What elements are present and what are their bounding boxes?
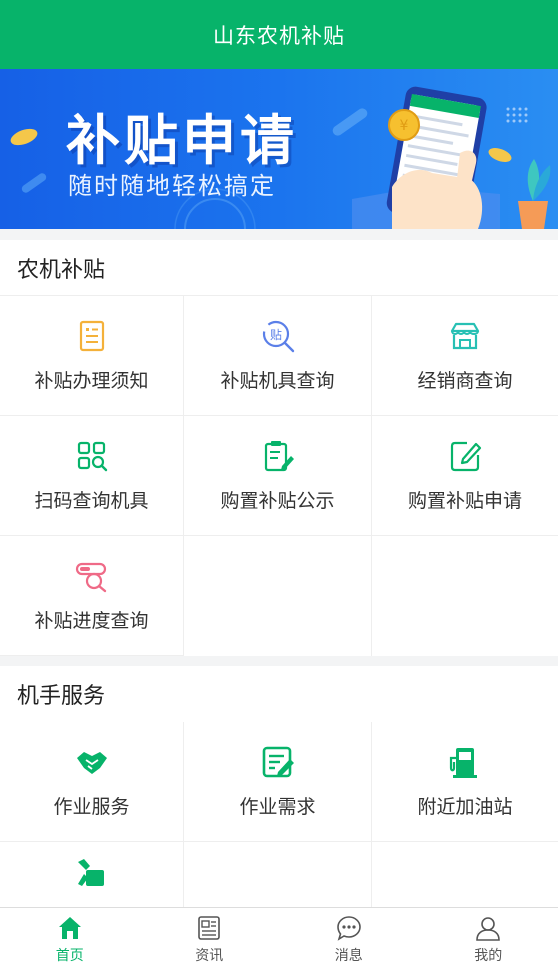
subsidy-item-label: 补贴办理须知 bbox=[34, 370, 149, 392]
subsidy-item-label: 购置补贴申请 bbox=[407, 490, 522, 512]
repair-wrench-icon bbox=[77, 859, 104, 886]
news-icon bbox=[198, 916, 221, 940]
empty-cell bbox=[184, 536, 372, 656]
tab-label: 资讯 bbox=[195, 948, 224, 964]
empty-cell bbox=[372, 536, 558, 656]
tab-profile[interactable]: 我的 bbox=[419, 908, 558, 971]
svg-text:贴: 贴 bbox=[269, 328, 281, 342]
subsidy-item-progress-query[interactable]: 补贴进度查询 bbox=[0, 536, 184, 656]
operator-item-fuel-station[interactable]: 附近加油站 bbox=[372, 722, 558, 842]
home-icon bbox=[58, 917, 81, 939]
subsidy-item-label: 经销商查询 bbox=[417, 370, 513, 392]
clipboard-edit-icon bbox=[264, 441, 294, 472]
scan-grid-icon bbox=[77, 441, 107, 472]
subsidy-item-label: 补贴机具查询 bbox=[220, 370, 335, 392]
section-title-operator: 机手服务 bbox=[17, 684, 106, 709]
notice-document-icon bbox=[79, 320, 104, 352]
operator-item-label: 附近加油站 bbox=[417, 796, 513, 818]
promo-banner[interactable]: ¥ 补贴申请 随时随地轻松搞定 bbox=[0, 69, 558, 229]
tab-news[interactable]: 资讯 bbox=[140, 908, 280, 971]
subsidy-item-label: 扫码查询机具 bbox=[34, 490, 149, 512]
svg-text:¥: ¥ bbox=[400, 118, 409, 134]
store-icon bbox=[450, 322, 480, 350]
progress-search-icon bbox=[75, 562, 106, 593]
subsidy-item-dealer-query[interactable]: 经销商查询 bbox=[372, 296, 558, 416]
subsidy-item-scan-query[interactable]: 扫码查询机具 bbox=[0, 416, 184, 536]
subsidy-grid: 补贴办理须知 贴 补贴机具查询 经销商查询 扫码查询机具 购置补贴公示 购置补贴… bbox=[0, 296, 558, 656]
message-icon bbox=[336, 916, 361, 941]
fuel-pump-icon bbox=[449, 748, 477, 778]
tab-messages[interactable]: 消息 bbox=[279, 908, 419, 971]
handshake-icon bbox=[76, 752, 107, 774]
page-title: 山东农机补贴 bbox=[213, 23, 345, 48]
subsidy-search-icon: 贴 bbox=[262, 320, 294, 353]
subsidy-item-machine-query[interactable]: 贴 补贴机具查询 bbox=[184, 296, 372, 416]
subsidy-item-label: 购置补贴公示 bbox=[220, 490, 335, 512]
banner-title: 补贴申请 bbox=[66, 109, 298, 172]
tab-label: 我的 bbox=[474, 948, 503, 964]
subsidy-item-public-notice[interactable]: 购置补贴公示 bbox=[184, 416, 372, 536]
operator-item-work-demand[interactable]: 作业需求 bbox=[184, 722, 372, 842]
demand-edit-icon bbox=[262, 746, 294, 778]
banner-subtitle: 随时随地轻松搞定 bbox=[68, 172, 276, 200]
tab-home[interactable]: 首页 bbox=[0, 908, 140, 971]
tab-label: 消息 bbox=[334, 948, 363, 964]
profile-icon bbox=[476, 917, 501, 941]
operator-item-label: 作业需求 bbox=[239, 796, 316, 818]
section-title-subsidy: 农机补贴 bbox=[0, 240, 558, 296]
subsidy-item-apply[interactable]: 购置补贴申请 bbox=[372, 416, 558, 536]
tab-label: 首页 bbox=[55, 948, 84, 964]
subsidy-item-notice[interactable]: 补贴办理须知 bbox=[0, 296, 184, 416]
subsidy-section: 农机补贴 补贴办理须知 贴 补贴机具查询 经销商查询 扫码查询机具 购置补贴公示… bbox=[0, 240, 558, 656]
edit-form-icon bbox=[450, 441, 482, 472]
operator-item-label: 作业服务 bbox=[53, 796, 130, 818]
bottom-tab-bar: 首页 资讯 消息 我的 bbox=[0, 907, 558, 971]
operator-item-work-service[interactable]: 作业服务 bbox=[0, 722, 184, 842]
subsidy-item-label: 补贴进度查询 bbox=[34, 610, 149, 632]
app-header: 山东农机补贴 bbox=[0, 0, 558, 69]
